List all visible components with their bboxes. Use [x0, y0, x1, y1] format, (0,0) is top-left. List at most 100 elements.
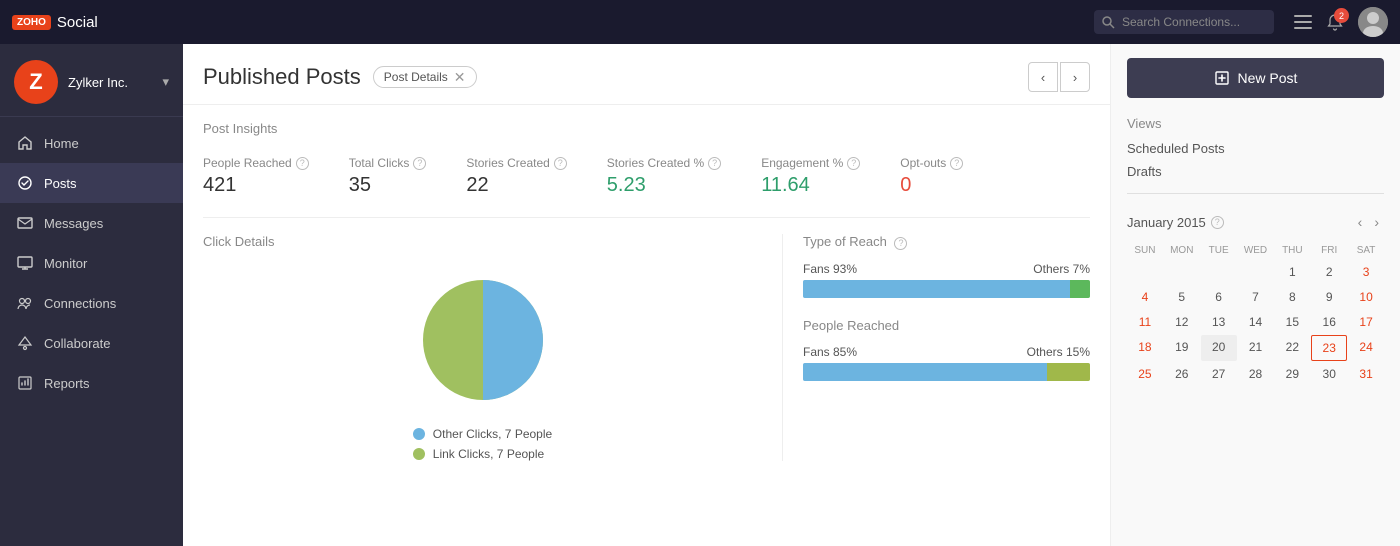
- cal-day-17[interactable]: 17: [1348, 310, 1384, 334]
- help-icon-6[interactable]: ?: [950, 157, 963, 170]
- help-icon-4[interactable]: ?: [708, 157, 721, 170]
- prev-button[interactable]: ‹: [1028, 62, 1058, 92]
- scheduled-posts-link[interactable]: Scheduled Posts: [1127, 141, 1384, 156]
- cal-header-fri: FRI: [1311, 242, 1347, 259]
- app-title: Social: [57, 14, 98, 31]
- cal-day-18[interactable]: 18: [1127, 335, 1163, 361]
- cal-day-28[interactable]: 28: [1238, 362, 1274, 386]
- cal-day-3[interactable]: 3: [1348, 260, 1384, 284]
- cal-day-12[interactable]: 12: [1164, 310, 1200, 334]
- legend-label-1: Link Clicks, 7 People: [433, 447, 544, 461]
- sidebar-item-label-collaborate: Collaborate: [44, 336, 111, 351]
- cal-day-31[interactable]: 31: [1348, 362, 1384, 386]
- cal-day-10[interactable]: 10: [1348, 285, 1384, 309]
- insight-value-people-reached: 421: [203, 174, 309, 197]
- notification-button[interactable]: 2: [1326, 13, 1344, 31]
- lower-panels: Click Details Other Clicks,: [203, 234, 1090, 461]
- legend-item-1: Link Clicks, 7 People: [413, 447, 552, 461]
- pie-chart: [408, 265, 558, 415]
- cal-day-2[interactable]: 2: [1311, 260, 1347, 284]
- insight-engagement-pct: Engagement % ? 11.64: [761, 156, 860, 197]
- click-details-title: Click Details: [203, 234, 762, 249]
- cal-day-21[interactable]: 21: [1238, 335, 1274, 361]
- cal-day-27[interactable]: 27: [1201, 362, 1237, 386]
- menu-button[interactable]: [1294, 15, 1312, 29]
- sidebar-item-posts[interactable]: Posts: [0, 163, 183, 203]
- zoho-badge: ZOHO: [12, 15, 51, 30]
- sidebar-item-label-reports: Reports: [44, 376, 90, 391]
- help-icon-2[interactable]: ?: [413, 157, 426, 170]
- cal-day-13[interactable]: 13: [1201, 310, 1237, 334]
- calendar-help-icon[interactable]: ?: [1211, 216, 1224, 229]
- cal-day-8[interactable]: 8: [1274, 285, 1310, 309]
- drafts-link[interactable]: Drafts: [1127, 164, 1384, 179]
- cal-header-thu: THU: [1274, 242, 1310, 259]
- pie-wrap: Other Clicks, 7 People Link Clicks, 7 Pe…: [203, 265, 762, 461]
- main-layout: Z Zylker Inc. ▾ Home: [0, 44, 1400, 546]
- cal-day-25[interactable]: 25: [1127, 362, 1163, 386]
- cal-day-5[interactable]: 5: [1164, 285, 1200, 309]
- sidebar-item-monitor[interactable]: Monitor: [0, 243, 183, 283]
- search-wrap: [1094, 10, 1274, 34]
- help-icon[interactable]: ?: [296, 157, 309, 170]
- calendar-nav: ‹ ›: [1353, 212, 1384, 232]
- new-post-label: New Post: [1238, 70, 1298, 86]
- tag-close-button[interactable]: ✕: [454, 70, 466, 84]
- nav-arrows: ‹ ›: [1028, 62, 1090, 92]
- type-reach-labels: Fans 93% Others 7%: [803, 262, 1090, 276]
- calendar-prev-button[interactable]: ‹: [1353, 212, 1368, 232]
- sidebar-item-messages[interactable]: Messages: [0, 203, 183, 243]
- cal-day-14[interactable]: 14: [1238, 310, 1274, 334]
- type-reach-bar: [803, 280, 1090, 298]
- insight-label-stories-created: Stories Created ?: [466, 156, 566, 170]
- pie-legend: Other Clicks, 7 People Link Clicks, 7 Pe…: [413, 427, 552, 461]
- insight-label-opt-outs: Opt-outs ?: [900, 156, 963, 170]
- cal-day-19[interactable]: 19: [1164, 335, 1200, 361]
- calendar-next-button[interactable]: ›: [1369, 212, 1384, 232]
- insight-total-clicks: Total Clicks ? 35: [349, 156, 427, 197]
- zoho-logo: ZOHO Social: [12, 14, 98, 31]
- cal-day-11[interactable]: 11: [1127, 310, 1163, 334]
- sidebar-item-label-messages: Messages: [44, 216, 103, 231]
- cal-day-1[interactable]: 1: [1274, 260, 1310, 284]
- cal-day-15[interactable]: 15: [1274, 310, 1310, 334]
- sidebar-item-collaborate[interactable]: Collaborate: [0, 323, 183, 363]
- cal-day-16[interactable]: 16: [1311, 310, 1347, 334]
- new-post-button[interactable]: New Post: [1127, 58, 1384, 98]
- sidebar: Z Zylker Inc. ▾ Home: [0, 44, 183, 546]
- cal-day-30[interactable]: 30: [1311, 362, 1347, 386]
- posts-icon: [16, 174, 34, 192]
- topbar-icons: 2: [1294, 7, 1388, 37]
- cal-day-4[interactable]: 4: [1127, 285, 1163, 309]
- reach-bar-fans: [803, 280, 1070, 298]
- sidebar-item-home[interactable]: Home: [0, 123, 183, 163]
- cal-day-26[interactable]: 26: [1164, 362, 1200, 386]
- cal-day-29[interactable]: 29: [1274, 362, 1310, 386]
- type-reach-help-icon[interactable]: ?: [894, 237, 907, 250]
- cal-day-23[interactable]: 23: [1311, 335, 1347, 361]
- cal-day-6[interactable]: 6: [1201, 285, 1237, 309]
- cal-day-7[interactable]: 7: [1238, 285, 1274, 309]
- sidebar-item-label-connections: Connections: [44, 296, 116, 311]
- help-icon-5[interactable]: ?: [847, 157, 860, 170]
- user-avatar[interactable]: [1358, 7, 1388, 37]
- people-reached-title: People Reached: [803, 318, 1090, 333]
- sidebar-company: Zylker Inc.: [68, 75, 128, 90]
- cal-day-20[interactable]: 20: [1201, 335, 1237, 361]
- help-icon-3[interactable]: ?: [554, 157, 567, 170]
- sidebar-item-connections[interactable]: Connections: [0, 283, 183, 323]
- people-reach-bar-others: [1047, 363, 1090, 381]
- cal-day-9[interactable]: 9: [1311, 285, 1347, 309]
- next-button[interactable]: ›: [1060, 62, 1090, 92]
- chevron-down-icon: ▾: [162, 74, 169, 90]
- content-header: Published Posts Post Details ✕ ‹ ›: [183, 44, 1110, 105]
- cal-day-24[interactable]: 24: [1348, 335, 1384, 361]
- click-details-panel: Click Details Other Clicks,: [203, 234, 783, 461]
- sidebar-item-reports[interactable]: Reports: [0, 363, 183, 403]
- cal-day-empty: [1127, 260, 1163, 284]
- search-input[interactable]: [1094, 10, 1274, 34]
- insight-value-total-clicks: 35: [349, 174, 427, 197]
- cal-day-22[interactable]: 22: [1274, 335, 1310, 361]
- insight-label-stories-pct: Stories Created % ?: [607, 156, 721, 170]
- sidebar-profile[interactable]: Z Zylker Inc. ▾: [0, 44, 183, 117]
